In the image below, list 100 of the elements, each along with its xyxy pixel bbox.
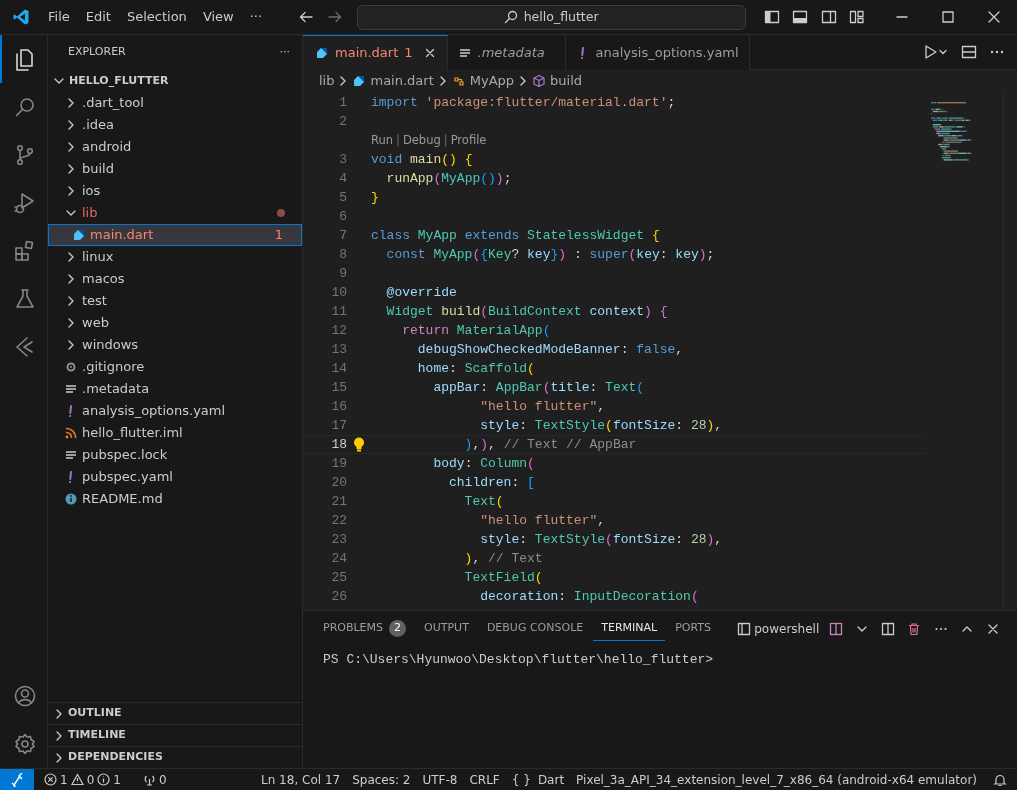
menu-item[interactable]: File bbox=[40, 5, 78, 29]
line-number: 2 bbox=[338, 112, 347, 131]
folder-row[interactable]: windows bbox=[48, 334, 302, 356]
language-mode[interactable]: { } Dart bbox=[505, 770, 571, 789]
code-line: decoration: InputDecoration( bbox=[479, 587, 699, 606]
class-icon bbox=[451, 74, 466, 88]
breadcrumb-item[interactable]: main.dart bbox=[370, 71, 434, 91]
folder-row[interactable]: test bbox=[48, 290, 302, 312]
panel-tab[interactable]: DEBUG CONSOLE bbox=[478, 616, 592, 641]
panel-tab[interactable]: PROBLEMS 2 bbox=[315, 616, 415, 641]
code-line: runApp(MyApp()); bbox=[385, 169, 512, 188]
forward-button[interactable] bbox=[326, 9, 343, 25]
breadcrumb-item[interactable]: build bbox=[550, 71, 583, 91]
split-editor-button[interactable] bbox=[960, 44, 977, 60]
folder-row[interactable]: android bbox=[48, 136, 302, 158]
panel-toggle-icon[interactable] bbox=[792, 9, 808, 25]
line-number: 12 bbox=[330, 321, 347, 340]
menu-item[interactable]: Selection bbox=[118, 5, 195, 29]
editor-tab[interactable]: main.dart 1 bbox=[303, 35, 448, 70]
close-icon[interactable] bbox=[986, 9, 1002, 25]
info-icon bbox=[64, 492, 78, 506]
split-icon[interactable] bbox=[828, 621, 843, 636]
split-icon[interactable] bbox=[881, 621, 895, 636]
breadcrumb-item[interactable]: lib bbox=[319, 71, 335, 91]
file-row[interactable]: main.dart 1 bbox=[48, 224, 302, 246]
folder-row[interactable]: lib bbox=[48, 202, 302, 224]
file-row[interactable]: analysis_options.yaml bbox=[48, 400, 302, 422]
line-number: 20 bbox=[330, 473, 347, 492]
split-layout-icon[interactable] bbox=[820, 9, 837, 25]
more-button[interactable]: ··· bbox=[279, 44, 290, 61]
layout-grid-icon[interactable] bbox=[849, 9, 865, 25]
lightbulb-icon[interactable] bbox=[353, 437, 365, 452]
code-line: import 'package:flutter/material.dart'; bbox=[371, 93, 676, 112]
folder-row[interactable]: macos bbox=[48, 268, 302, 290]
code-line: TextField( bbox=[463, 568, 543, 587]
error-dot bbox=[277, 209, 285, 217]
code-line: "hello flutter", bbox=[479, 397, 606, 416]
line-number: 19 bbox=[330, 454, 347, 473]
codelens-link[interactable]: Run bbox=[371, 131, 394, 150]
panel-tab[interactable]: OUTPUT bbox=[416, 616, 477, 641]
project-folder-label[interactable]: HELLO_FLUTTER bbox=[69, 72, 169, 90]
bell-icon[interactable] bbox=[993, 772, 1007, 787]
terminal-panel-icon bbox=[737, 621, 752, 636]
warning-icon bbox=[70, 773, 84, 786]
panel-tab[interactable]: PORTS bbox=[667, 616, 719, 641]
dart-file-icon bbox=[72, 228, 86, 242]
flask-icon[interactable] bbox=[13, 287, 37, 311]
command-center-search[interactable]: hello_flutter bbox=[356, 4, 746, 30]
trash-icon[interactable] bbox=[907, 621, 922, 636]
back-button[interactable] bbox=[298, 9, 315, 25]
run-button[interactable] bbox=[924, 44, 948, 60]
file-row[interactable]: .gitignore bbox=[48, 356, 302, 378]
line-number: 7 bbox=[338, 226, 347, 245]
editor-tab[interactable]: analysis_options.yaml bbox=[565, 35, 750, 70]
section-label[interactable]: DEPENDENCIES bbox=[68, 749, 163, 766]
file-row[interactable]: pubspec.yaml bbox=[48, 466, 302, 488]
code-line: body: Column( bbox=[432, 454, 535, 473]
folder-row[interactable]: web bbox=[48, 312, 302, 334]
terminal-selector[interactable]: powershell bbox=[737, 619, 820, 638]
folder-row[interactable]: .idea bbox=[48, 114, 302, 136]
remote-button[interactable] bbox=[0, 768, 34, 790]
codelens-link[interactable]: Profile bbox=[450, 131, 487, 150]
terminal-prompt: PS C:\Users\Hyunwoo\Desktop\flutter\hello_flutter> bbox=[322, 651, 715, 669]
maximize-icon[interactable] bbox=[940, 9, 956, 25]
editor-tab[interactable]: .metadata bbox=[447, 35, 566, 70]
play-bug-icon[interactable] bbox=[13, 191, 37, 215]
code-line: class MyApp extends StatelessWidget { bbox=[371, 226, 660, 245]
folder-row[interactable]: ios bbox=[48, 180, 302, 202]
folder-row[interactable]: linux bbox=[48, 246, 302, 268]
menu-item[interactable]: Edit bbox=[77, 5, 119, 29]
status-item[interactable]: Spaces: 2 bbox=[346, 770, 417, 789]
file-row[interactable]: pubspec.lock bbox=[48, 444, 302, 466]
menu-item[interactable]: View bbox=[194, 5, 242, 29]
codelens-link[interactable]: Debug bbox=[402, 131, 441, 150]
ports-status[interactable]: 0 bbox=[136, 770, 173, 789]
file-row[interactable]: hello_flutter.iml bbox=[48, 422, 302, 444]
status-item[interactable]: Ln 18, Col 17 bbox=[255, 770, 347, 789]
sidebar-toggle-icon[interactable] bbox=[763, 9, 780, 25]
status-item[interactable]: Pixel_3a_API_34_extension_level_7_x86_64 (android-x64 emulator) bbox=[570, 770, 983, 789]
code-line: style: TextStyle(fontSize: 28), bbox=[479, 530, 723, 549]
folder-row[interactable]: build bbox=[48, 158, 302, 180]
antenna-icon bbox=[142, 773, 156, 786]
file-row[interactable]: .metadata bbox=[48, 378, 302, 400]
info-icon bbox=[97, 773, 111, 786]
settings-icon[interactable] bbox=[13, 732, 37, 756]
problems-status[interactable]: 1 0 1 bbox=[38, 770, 127, 789]
more-button[interactable]: ··· bbox=[241, 5, 271, 29]
search-icon[interactable] bbox=[13, 95, 37, 119]
status-item[interactable]: UTF-8 bbox=[416, 770, 464, 789]
file-row[interactable]: README.md bbox=[48, 488, 302, 510]
account-icon[interactable] bbox=[13, 684, 37, 708]
status-item[interactable]: CRLF bbox=[463, 770, 506, 789]
section-label[interactable]: TIMELINE bbox=[68, 727, 126, 744]
breadcrumb-item[interactable]: MyApp bbox=[469, 71, 515, 91]
section-label[interactable]: OUTLINE bbox=[68, 705, 122, 722]
line-number: 16 bbox=[330, 397, 347, 416]
folder-row[interactable]: .dart_tool bbox=[48, 92, 302, 114]
panel-tab[interactable]: TERMINAL bbox=[593, 616, 666, 641]
code-line: } bbox=[371, 188, 379, 207]
line-number: 4 bbox=[338, 169, 347, 188]
